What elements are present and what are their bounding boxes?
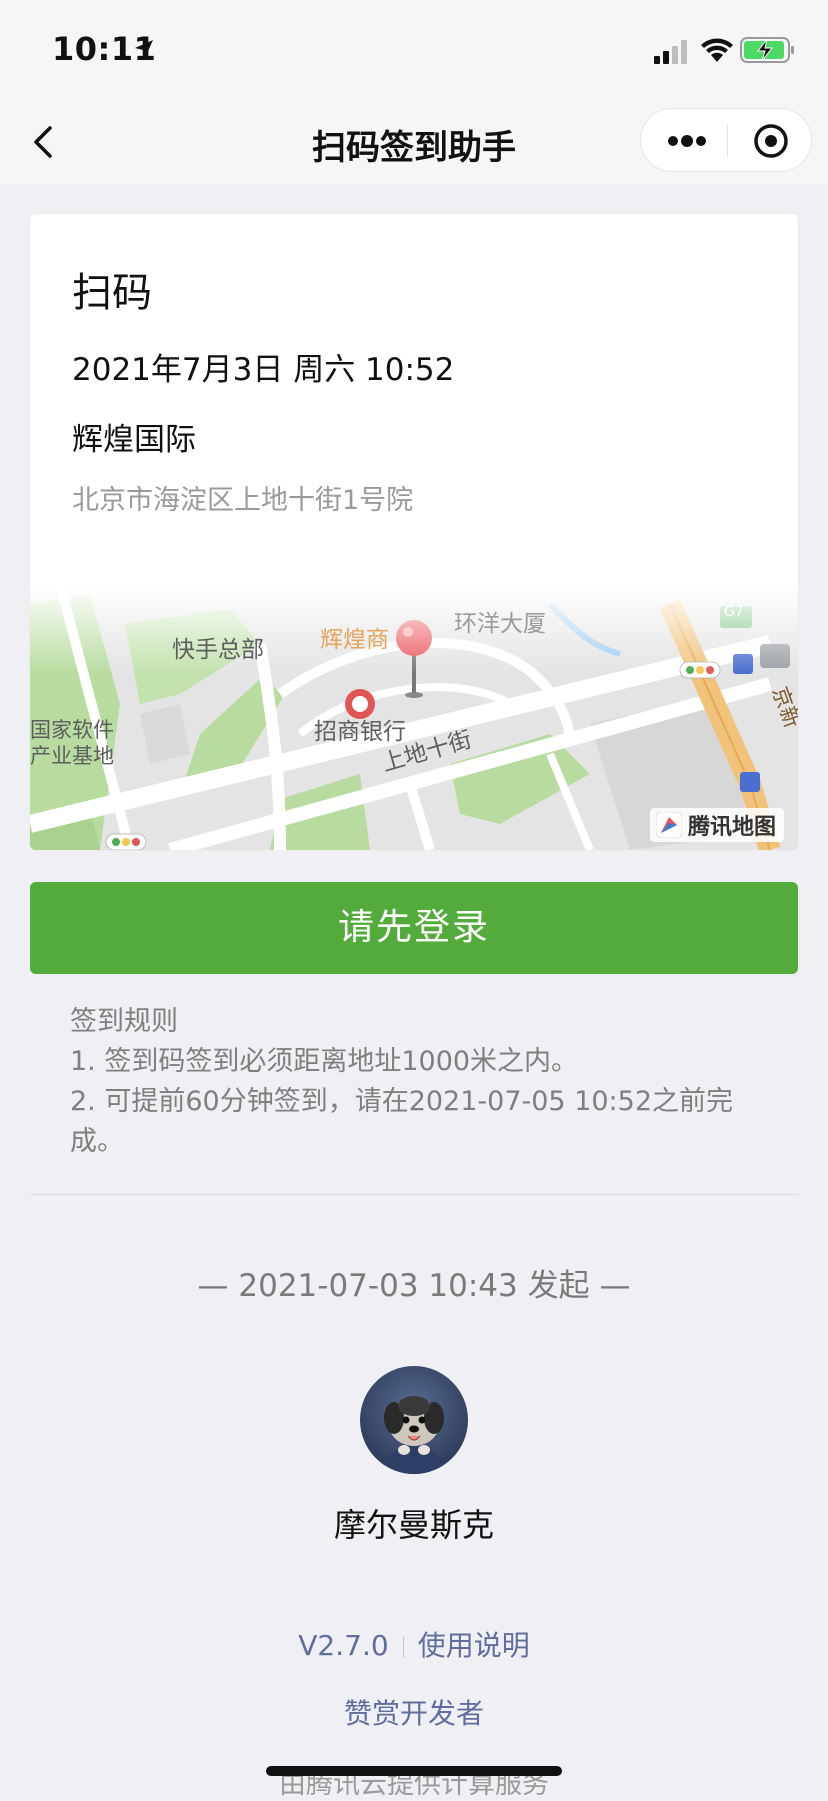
footer-links: V2.7.0 使用说明 (0, 1624, 828, 1664)
rule-item: 1. 签到码签到必须距离地址1000米之内。 (70, 1046, 579, 1077)
event-datetime: 2021年7月3日 周六 10:52 (72, 352, 455, 388)
login-button[interactable]: 请先登录 (30, 882, 798, 974)
map-fade (30, 584, 798, 674)
mini-program-capsule (640, 108, 812, 172)
map-label-guojia-2: 产业基地 (30, 744, 114, 768)
initiator-avatar[interactable] (360, 1366, 468, 1474)
help-link[interactable]: 使用说明 (418, 1629, 530, 1662)
tencent-map-icon (655, 812, 682, 838)
event-card: 扫码 2021年7月3日 周六 10:52 辉煌国际 北京市海淀区上地十街1号院 (30, 214, 798, 850)
map-provider-name: 腾讯地图 (687, 815, 776, 840)
rules-title: 签到规则 (70, 1006, 178, 1037)
map-label-kuaishou: 快手总部 (172, 637, 264, 663)
wifi-icon (701, 38, 733, 62)
footer-divider (402, 1636, 404, 1658)
initiated-time: — 2021-07-03 10:43 发起 — (197, 1268, 631, 1304)
event-address: 北京市海淀区上地十街1号院 (72, 485, 414, 516)
battery-charging-icon (740, 37, 794, 63)
version-link[interactable]: V2.7.0 (298, 1629, 388, 1662)
cellular-signal-icon (654, 40, 687, 64)
map-provider-logo: 腾讯地图 (649, 808, 784, 842)
divider-line (30, 1194, 798, 1195)
capsule-divider (727, 125, 728, 157)
map-label-g7: G7 (724, 604, 744, 620)
map-label-huanyang: 环洋大厦 (454, 611, 546, 637)
initiator-name: 摩尔曼斯克 (333, 1506, 494, 1544)
event-place: 辉煌国际 (72, 422, 196, 458)
appreciate-developer-link[interactable]: 赞赏开发者 (0, 1692, 828, 1732)
home-indicator (266, 1766, 562, 1776)
dog-avatar-image (360, 1366, 468, 1474)
rule-item: 成。 (70, 1126, 124, 1157)
location-arrow-icon (135, 40, 153, 58)
map-label-huihuang: 辉煌商 (320, 627, 389, 653)
close-miniprogram-icon[interactable] (753, 123, 789, 159)
event-type: 扫码 (72, 270, 152, 316)
location-map[interactable]: 快手总部 辉煌商 环洋大厦 招商银行 上地十街 国家软件 产业基地 京新 G7 … (30, 584, 798, 850)
more-icon[interactable] (667, 129, 707, 153)
rule-item: 2. 可提前60分钟签到，请在2021-07-05 10:52之前完 (70, 1086, 734, 1117)
nav-bar: 扫码签到助手 (0, 100, 828, 184)
checkin-rules: 签到规则 1. 签到码签到必须距离地址1000米之内。 2. 可提前60分钟签到… (70, 1002, 770, 1162)
status-bar: 10:11 (0, 0, 828, 100)
